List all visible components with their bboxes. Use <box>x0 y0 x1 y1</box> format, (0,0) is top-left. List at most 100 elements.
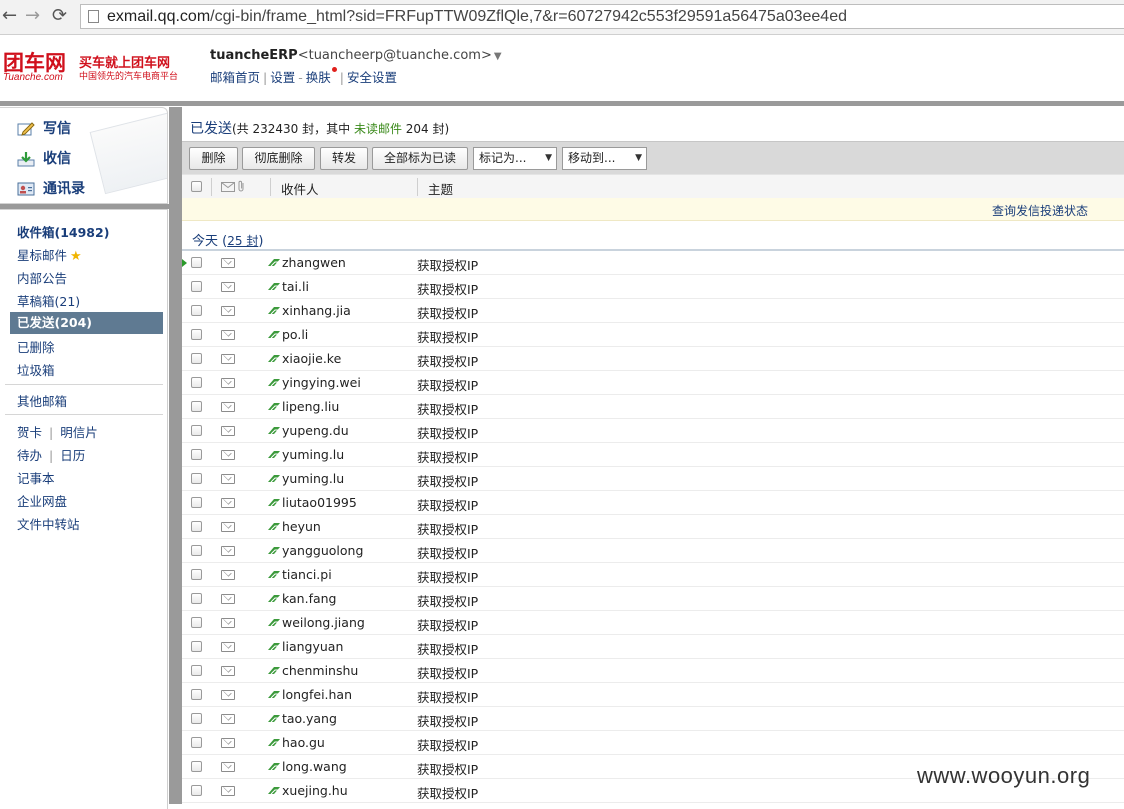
row-checkbox[interactable] <box>191 257 202 268</box>
receive-button[interactable]: 收信 <box>17 148 71 168</box>
row-recipient[interactable]: yuming.lu <box>282 447 344 462</box>
row-subject[interactable]: 获取授权IP <box>417 423 478 442</box>
reload-icon[interactable]: ⟳ <box>52 6 67 26</box>
row-checkbox[interactable] <box>191 713 202 724</box>
account-dropdown-icon[interactable]: ▼ <box>494 51 502 62</box>
row-recipient[interactable]: hao.gu <box>282 735 325 750</box>
row-recipient[interactable]: liangyuan <box>282 639 343 654</box>
row-subject[interactable]: 获取授权IP <box>417 327 478 346</box>
link-settings[interactable]: 设置 <box>270 70 295 85</box>
folder-inbox[interactable]: 收件箱(14982) <box>17 222 109 241</box>
table-row[interactable]: yingying.wei 获取授权IP <box>182 371 1124 395</box>
forward-arrow-icon[interactable]: → <box>25 6 40 26</box>
link-notes[interactable]: 记事本 <box>17 468 55 487</box>
folder-announcements[interactable]: 内部公告 <box>17 268 67 287</box>
table-row[interactable]: xinhang.jia 获取授权IP <box>182 299 1124 323</box>
row-recipient[interactable]: long.wang <box>282 759 347 774</box>
row-subject[interactable]: 获取授权IP <box>417 663 478 682</box>
row-checkbox[interactable] <box>191 665 202 676</box>
row-subject[interactable]: 获取授权IP <box>417 495 478 514</box>
row-checkbox[interactable] <box>191 473 202 484</box>
row-subject[interactable]: 获取授权IP <box>417 591 478 610</box>
table-row[interactable]: liangyuan 获取授权IP <box>182 635 1124 659</box>
row-subject[interactable]: 获取授权IP <box>417 687 478 706</box>
table-row[interactable]: chenminshu 获取授权IP <box>182 659 1124 683</box>
link-file-transfer[interactable]: 文件中转站 <box>17 514 80 533</box>
unread-mail-link[interactable]: 未读邮件 <box>354 122 402 136</box>
table-row[interactable]: weilong.jiang 获取授权IP <box>182 611 1124 635</box>
row-subject[interactable]: 获取授权IP <box>417 639 478 658</box>
row-recipient[interactable]: lipeng.liu <box>282 399 339 414</box>
link-postcard[interactable]: 明信片 <box>60 425 98 440</box>
row-subject[interactable]: 获取授权IP <box>417 303 478 322</box>
row-checkbox[interactable] <box>191 761 202 772</box>
row-checkbox[interactable] <box>191 353 202 364</box>
table-row[interactable]: xiaojie.ke 获取授权IP <box>182 347 1124 371</box>
row-subject[interactable]: 获取授权IP <box>417 255 478 274</box>
row-checkbox[interactable] <box>191 641 202 652</box>
row-recipient[interactable]: tianci.pi <box>282 567 332 582</box>
row-subject[interactable]: 获取授权IP <box>417 279 478 298</box>
row-recipient[interactable]: xiaojie.ke <box>282 351 341 366</box>
row-checkbox[interactable] <box>191 617 202 628</box>
table-row[interactable]: yupeng.du 获取授权IP <box>182 419 1124 443</box>
contacts-button[interactable]: 通讯录 <box>17 178 85 198</box>
table-row[interactable]: tao.yang 获取授权IP <box>182 707 1124 731</box>
row-recipient[interactable]: liutao01995 <box>282 495 357 510</box>
row-checkbox[interactable] <box>191 689 202 700</box>
row-recipient[interactable]: po.li <box>282 327 308 342</box>
row-recipient[interactable]: tao.yang <box>282 711 337 726</box>
table-row[interactable]: tai.li 获取授权IP <box>182 275 1124 299</box>
row-subject[interactable]: 获取授权IP <box>417 759 478 778</box>
row-checkbox[interactable] <box>191 377 202 388</box>
folder-other[interactable]: 其他邮箱 <box>17 391 67 410</box>
row-checkbox[interactable] <box>191 521 202 532</box>
row-checkbox[interactable] <box>191 497 202 508</box>
folder-deleted[interactable]: 已删除 <box>17 337 55 356</box>
row-subject[interactable]: 获取授权IP <box>417 735 478 754</box>
row-checkbox[interactable] <box>191 305 202 316</box>
row-subject[interactable]: 获取授权IP <box>417 399 478 418</box>
row-recipient[interactable]: weilong.jiang <box>282 615 365 630</box>
table-row[interactable]: hao.gu 获取授权IP <box>182 731 1124 755</box>
link-greeting-card[interactable]: 贺卡 <box>17 425 42 440</box>
row-recipient[interactable]: chenminshu <box>282 663 358 678</box>
table-row[interactable]: lipeng.liu 获取授权IP <box>182 395 1124 419</box>
row-recipient[interactable]: yingying.wei <box>282 375 361 390</box>
row-recipient[interactable]: yupeng.du <box>282 423 349 438</box>
attachment-clip-icon[interactable] <box>238 180 245 192</box>
row-checkbox[interactable] <box>191 401 202 412</box>
table-row[interactable]: longfei.han 获取授权IP <box>182 683 1124 707</box>
folder-drafts[interactable]: 草稿箱(21) <box>17 291 80 310</box>
select-all-checkbox[interactable] <box>191 181 202 192</box>
row-checkbox[interactable] <box>191 737 202 748</box>
address-bar[interactable]: exmail.qq.com/cgi-bin/frame_html?sid=FRF… <box>80 4 1124 29</box>
row-recipient[interactable]: tai.li <box>282 279 309 294</box>
folder-sent[interactable]: 已发送(204) <box>10 312 163 334</box>
table-row[interactable]: yangguolong 获取授权IP <box>182 539 1124 563</box>
link-todo[interactable]: 待办 <box>17 448 42 463</box>
row-subject[interactable]: 获取授权IP <box>417 711 478 730</box>
row-recipient[interactable]: kan.fang <box>282 591 337 606</box>
row-subject[interactable]: 获取授权IP <box>417 615 478 634</box>
table-row[interactable]: yuming.lu 获取授权IP <box>182 443 1124 467</box>
row-checkbox[interactable] <box>191 569 202 580</box>
row-subject[interactable]: 获取授权IP <box>417 471 478 490</box>
row-recipient[interactable]: heyun <box>282 519 321 534</box>
mark-all-read-button[interactable]: 全部标为已读 <box>372 147 468 170</box>
row-subject[interactable]: 获取授权IP <box>417 567 478 586</box>
mark-as-select[interactable]: 标记为... ▼ <box>473 147 557 170</box>
row-recipient[interactable]: xinhang.jia <box>282 303 351 318</box>
read-status-envelope-icon[interactable] <box>221 182 235 192</box>
folder-spam[interactable]: 垃圾箱 <box>17 360 55 379</box>
delete-forever-button[interactable]: 彻底删除 <box>242 147 315 170</box>
table-row[interactable]: kan.fang 获取授权IP <box>182 587 1124 611</box>
row-subject[interactable]: 获取授权IP <box>417 519 478 538</box>
row-recipient[interactable]: yuming.lu <box>282 471 344 486</box>
row-checkbox[interactable] <box>191 545 202 556</box>
row-recipient[interactable]: longfei.han <box>282 687 352 702</box>
folder-starred[interactable]: 星标邮件 ★ <box>17 245 82 264</box>
column-subject[interactable]: 主题 <box>428 179 453 198</box>
forward-button[interactable]: 转发 <box>320 147 368 170</box>
column-recipient[interactable]: 收件人 <box>281 179 319 198</box>
